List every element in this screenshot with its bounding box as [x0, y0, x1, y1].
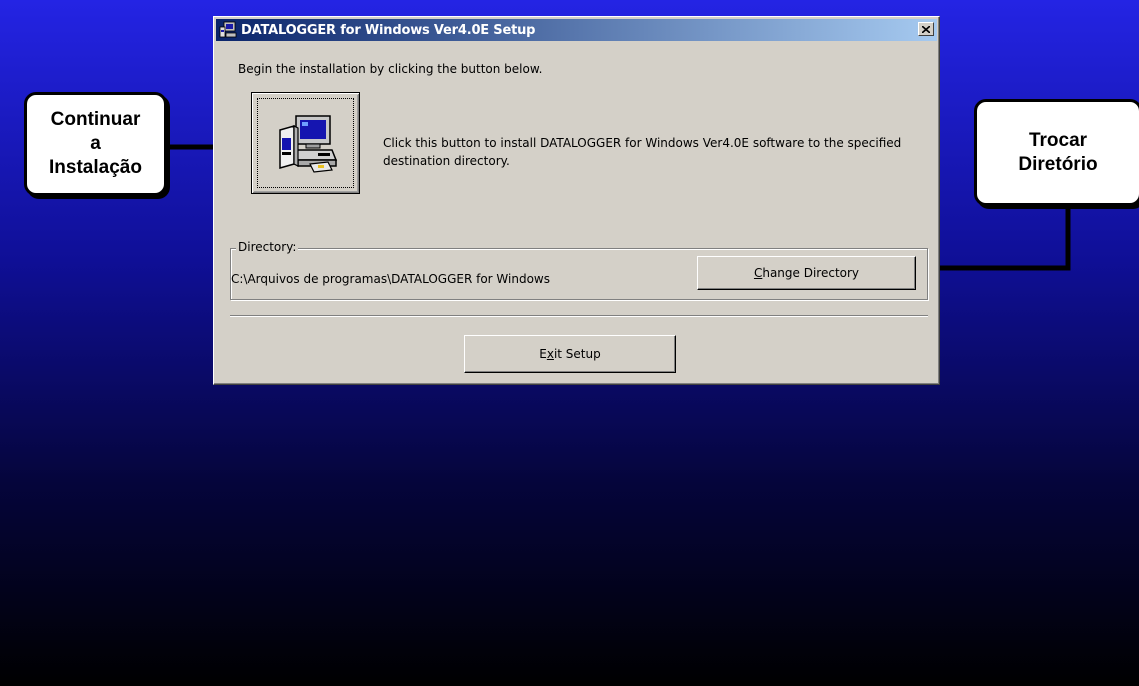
directory-label: Directory: [236, 240, 299, 254]
intro-text: Begin the installation by clicking the b… [238, 62, 543, 76]
install-button[interactable] [251, 92, 360, 194]
callout-continue-install: Continuar a Instalação [24, 92, 167, 196]
focus-rectangle [257, 98, 354, 188]
change-directory-label: hange Directory [762, 266, 860, 280]
exit-mnemonic: x [546, 347, 554, 361]
setup-computer-icon [219, 21, 237, 38]
exit-label-pre: E [539, 347, 547, 361]
callout-right-line-1: Trocar [1028, 129, 1088, 151]
change-directory-button[interactable]: Change Directory [697, 256, 916, 290]
callout-left-line-3: Instalação [49, 157, 142, 178]
separator [230, 315, 928, 317]
callout-right-line-2: Diretório [1018, 153, 1098, 175]
dialog-title: DATALOGGER for Windows Ver4.0E Setup [241, 22, 536, 38]
exit-setup-button[interactable]: Ex it Setup [464, 335, 676, 373]
close-button[interactable] [918, 22, 934, 36]
setup-dialog: DATALOGGER for Windows Ver4.0E Setup Beg… [213, 16, 940, 385]
title-bar[interactable]: DATALOGGER for Windows Ver4.0E Setup [216, 19, 937, 41]
close-icon [922, 25, 930, 33]
callout-left-line-1: Continuar [50, 109, 141, 130]
change-directory-mnemonic: C [753, 266, 763, 280]
install-description: Click this button to install DATALOGGER … [383, 136, 902, 168]
exit-label-rest: it Setup [553, 347, 601, 361]
directory-path: C:\Arquivos de programas\DATALOGGER for … [231, 272, 550, 286]
callout-left-line-2: a [90, 133, 101, 154]
callout-change-directory: Trocar Diretório [974, 99, 1139, 206]
